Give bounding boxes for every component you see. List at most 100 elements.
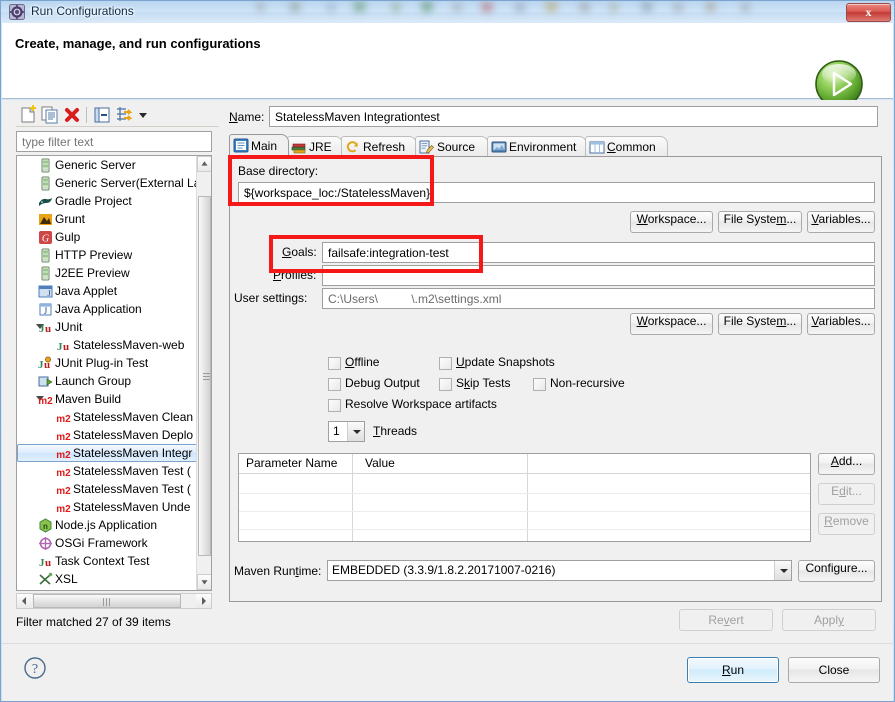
debug-output-checkbox[interactable] [328, 378, 341, 391]
tab-environment[interactable]: Environment [487, 136, 587, 157]
non-recursive-checkbox[interactable] [533, 378, 546, 391]
scroll-left-arrow-icon[interactable] [17, 594, 32, 608]
tree-item-launch-group[interactable]: Launch Group [17, 372, 198, 390]
remove-parameter-button[interactable]: Remove [818, 513, 875, 535]
new-configuration-icon[interactable] [18, 105, 38, 125]
user-settings-workspace-button[interactable]: Workspace... [630, 313, 713, 335]
add-parameter-button[interactable]: Add... [818, 453, 875, 475]
base-directory-label: Base directory: [238, 164, 319, 178]
delete-configuration-icon[interactable] [62, 105, 82, 125]
page-title: Create, manage, and run configurations [15, 36, 261, 51]
tree-item-label: JUnit Plug-in Test [55, 356, 149, 370]
tree-item-java-applet[interactable]: J Java Applet [17, 282, 198, 300]
threads-chevron-down-icon[interactable] [347, 422, 364, 441]
tree-item-statelessmaven-test[interactable]: m2 StatelessMaven Test ( [17, 462, 198, 480]
tree-item-http-preview[interactable]: HTTP Preview [17, 246, 198, 264]
launch-group-icon [38, 374, 53, 389]
apply-button[interactable]: Apply [782, 609, 876, 631]
base-directory-input[interactable] [238, 182, 875, 203]
window-title: Run Configurations [31, 4, 134, 18]
tree-item-osgi-framework[interactable]: OSGi Framework [17, 534, 198, 552]
offline-checkbox[interactable] [328, 357, 341, 370]
tree-item-xsl[interactable]: XSL [17, 570, 198, 588]
profiles-label: Profiles: [273, 268, 317, 282]
tab-refresh[interactable]: Refresh [341, 136, 417, 157]
maven-runtime-combo[interactable]: EMBEDDED (3.3.9/1.8.2.20171007-0216) [327, 560, 792, 581]
maven-runtime-label: Maven Runtime: [234, 564, 322, 578]
tree-item-statelessmaven-test[interactable]: m2 StatelessMaven Test ( [17, 480, 198, 498]
tree-item-label: Node.js Application [55, 518, 158, 532]
tree-item-grunt[interactable]: Grunt [17, 210, 198, 228]
edit-parameter-button[interactable]: Edit... [818, 483, 875, 505]
chevron-down-icon[interactable] [136, 105, 150, 125]
tree-item-generic-server-external-la[interactable]: Generic Server(External La [17, 174, 198, 192]
tree-scrollbar-thumb[interactable] [198, 196, 211, 556]
filter-input[interactable] [16, 131, 212, 152]
run-button[interactable]: Run [687, 657, 779, 683]
tree-item-junit[interactable]: J u JUnit [17, 318, 198, 336]
update-snapshots-checkbox[interactable] [439, 357, 452, 370]
configure-button[interactable]: Configure... [798, 560, 875, 582]
tree-item-maven-build[interactable]: m2 Maven Build [17, 390, 198, 408]
tree-vertical-scrollbar[interactable] [196, 156, 211, 590]
scroll-right-arrow-icon[interactable] [196, 594, 211, 608]
user-settings-variables-button[interactable]: Variables... [807, 313, 875, 335]
base-dir-workspace-button[interactable]: Workspace... [630, 211, 713, 233]
maven-runtime-chevron-down-icon[interactable] [774, 561, 791, 580]
tab-main[interactable]: Main [229, 134, 289, 157]
tree-item-gulp[interactable]: G Gulp [17, 228, 198, 246]
toolbar-separator [86, 107, 87, 123]
tab-label: Main [251, 139, 278, 153]
tree-item-label: Task Context Test [55, 554, 150, 568]
svg-text:n: n [43, 522, 48, 531]
tab-jre[interactable]: JRE [287, 136, 343, 157]
eclipse-gear-icon [9, 4, 25, 20]
base-dir-variables-button[interactable]: Variables... [807, 211, 875, 233]
goals-input[interactable] [322, 242, 875, 263]
filter-launch-configurations-icon[interactable] [114, 105, 134, 125]
tree-item-statelessmaven-unde[interactable]: m2 StatelessMaven Unde [17, 498, 198, 516]
tree-item-label: StatelessMaven-web [73, 338, 185, 352]
tree-item-gradle-project[interactable]: Gradle Project [17, 192, 198, 210]
tree-item-statelessmaven-web[interactable]: J u StatelessMaven-web [17, 336, 198, 354]
skip-tests-checkbox[interactable] [439, 378, 452, 391]
resolve-workspace-checkbox[interactable] [328, 399, 341, 412]
threads-combo[interactable]: 1 [328, 421, 365, 442]
tree-hscrollbar-thumb[interactable] [33, 594, 181, 608]
close-button[interactable]: Close [788, 657, 880, 683]
tab-common[interactable]: Common [585, 136, 668, 157]
tree-horizontal-scrollbar[interactable] [16, 593, 212, 609]
user-settings-input[interactable] [322, 288, 875, 309]
tree-item-statelessmaven-clean[interactable]: m2 StatelessMaven Clean [17, 408, 198, 426]
tab-source[interactable]: Source [415, 136, 489, 157]
tree-item-j2ee-preview[interactable]: J2EE Preview [17, 264, 198, 282]
profiles-input[interactable] [322, 265, 875, 286]
gulp-icon: G [38, 230, 53, 245]
configurations-tree[interactable]: Generic Server Generic Server(External L… [16, 155, 212, 591]
user-settings-filesystem-button[interactable]: File System... [718, 313, 802, 335]
scroll-down-arrow-icon[interactable] [197, 574, 211, 590]
tree-item-statelessmaven-integr[interactable]: m2 StatelessMaven Integr [17, 444, 198, 462]
tree-item-label: Maven Build [55, 392, 122, 406]
configuration-name-input[interactable] [269, 106, 878, 127]
base-dir-filesystem-button[interactable]: File System... [718, 211, 802, 233]
junit-icon: J u [56, 338, 71, 353]
window-close-button[interactable]: x [846, 3, 891, 22]
parameter-table[interactable]: Parameter Name Value [238, 453, 811, 542]
help-question-icon[interactable]: ? [23, 656, 47, 680]
tree-item-java-application[interactable]: J Java Application [17, 300, 198, 318]
tree-item-junit-plug-in-test[interactable]: J u JUnit Plug-in Test [17, 354, 198, 372]
tree-item-generic-server[interactable]: Generic Server [17, 156, 198, 174]
scroll-up-arrow-icon[interactable] [197, 156, 211, 172]
java-applet-icon: J [38, 284, 53, 299]
svg-text:?: ? [32, 662, 38, 677]
tree-item-node-js-application[interactable]: n Node.js Application [17, 516, 198, 534]
user-settings-label: User settings: [234, 291, 308, 305]
duplicate-configuration-icon[interactable] [40, 105, 60, 125]
skip-tests-label: Skip Tests [456, 376, 511, 390]
collapse-all-icon[interactable] [92, 105, 112, 125]
filter-status-text: Filter matched 27 of 39 items [16, 615, 171, 629]
revert-button[interactable]: Revert [679, 609, 773, 631]
tree-item-statelessmaven-deplo[interactable]: m2 StatelessMaven Deplo [17, 426, 198, 444]
tree-item-task-context-test[interactable]: J u Task Context Test [17, 552, 198, 570]
